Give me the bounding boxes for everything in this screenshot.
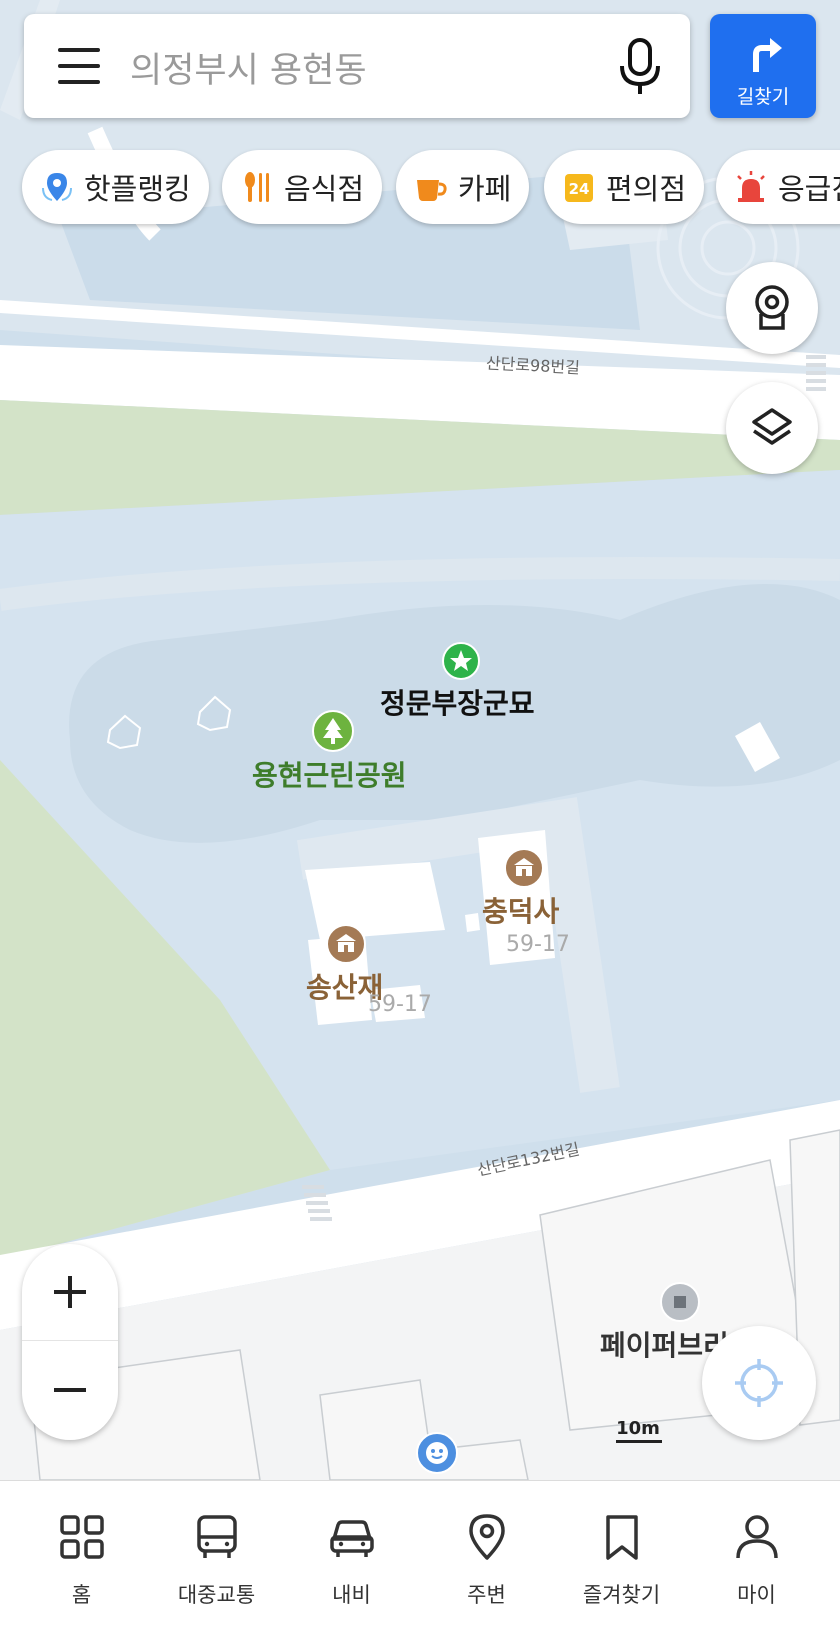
turn-right-arrow-icon <box>753 38 782 72</box>
shrine-marker-icon <box>504 848 544 888</box>
category-chip-label: 핫플랭킹 <box>84 172 191 206</box>
poi-park-label: 용현근린공원 <box>252 759 407 792</box>
hot-place-icon <box>40 170 74 204</box>
current-location-button[interactable] <box>702 1326 816 1440</box>
poi-shrine-label: 충덕사 <box>482 895 560 928</box>
location-pin-icon <box>469 1514 505 1560</box>
crosshair-icon <box>735 1359 783 1407</box>
nav-favorites-label: 즐겨찾기 <box>582 1583 661 1607</box>
tree-marker-icon <box>312 710 354 752</box>
nav-transit[interactable]: 대중교통 <box>149 1481 284 1621</box>
nav-nearby-label: 주변 <box>467 1583 506 1607</box>
layers-icon <box>752 408 792 445</box>
bus-icon <box>197 1515 237 1558</box>
building-marker-icon <box>660 1282 700 1322</box>
map-layers-button[interactable] <box>726 382 818 474</box>
car-icon <box>330 1520 374 1557</box>
poi-shrine[interactable]: 충덕사 59-17 <box>480 848 600 958</box>
nav-home-label: 홈 <box>71 1583 92 1607</box>
restaurant-icon <box>240 170 274 204</box>
convenience-store-icon: 24 <box>562 170 596 204</box>
poi-shrine-number: 59-17 <box>506 932 570 957</box>
poi-memorial[interactable]: 정문부장군묘 <box>370 640 550 720</box>
poi-hall[interactable]: 송산재 59-17 <box>304 924 444 1034</box>
star-marker-icon <box>442 642 480 680</box>
nav-my-label: 마이 <box>737 1583 776 1607</box>
street-view-icon <box>755 285 789 330</box>
road-label-sandanro-98: 산단로98번길 <box>485 353 581 378</box>
minus-icon <box>54 1388 86 1392</box>
hamburger-menu-icon[interactable] <box>58 46 102 86</box>
search-input[interactable]: 의정부시 용현동 <box>130 42 367 93</box>
category-chip-restaurant[interactable]: 음식점 <box>222 150 383 224</box>
nav-transit-label: 대중교통 <box>177 1583 256 1607</box>
category-chip-hot-place[interactable]: 핫플랭킹 <box>22 150 209 224</box>
emergency-icon <box>734 170 768 204</box>
directions-button[interactable]: 길찾기 <box>710 14 816 118</box>
bookmark-icon <box>606 1515 638 1560</box>
nav-navigation-label: 내비 <box>332 1583 371 1607</box>
search-bar[interactable]: 의정부시 용현동 <box>24 14 690 118</box>
category-chip-label: 편의점 <box>606 172 687 206</box>
street-view-button[interactable] <box>726 262 818 354</box>
home-grid-icon <box>60 1515 104 1559</box>
nav-navigation[interactable]: 내비 <box>284 1481 419 1621</box>
cafe-icon <box>414 170 448 204</box>
svg-text:24: 24 <box>569 180 590 198</box>
zoom-in-button[interactable] <box>22 1244 118 1341</box>
person-icon <box>736 1515 778 1559</box>
category-chip-convenience-store[interactable]: 24 편의점 <box>544 150 705 224</box>
zoom-control <box>22 1244 118 1440</box>
poi-park[interactable]: 용현근린공원 <box>250 710 430 792</box>
plus-icon-vertical <box>68 1276 72 1308</box>
bottom-navigation: 홈 대중교통 내비 주변 즐겨찾기 마이 <box>0 1480 840 1638</box>
user-location-icon[interactable] <box>416 1432 458 1474</box>
directions-label: 길찾기 <box>736 86 790 108</box>
category-chip-label: 카페 <box>458 172 512 206</box>
map-scale-label: 10m <box>616 1418 660 1439</box>
map-scale-bar <box>616 1440 662 1443</box>
nav-my[interactable]: 마이 <box>689 1481 824 1621</box>
category-chip-emergency[interactable]: 응급진 <box>716 150 840 224</box>
nav-favorites[interactable]: 즐겨찾기 <box>554 1481 689 1621</box>
zoom-out-button[interactable] <box>22 1342 118 1438</box>
nav-home[interactable]: 홈 <box>14 1481 149 1621</box>
poi-hall-number: 59-17 <box>368 992 432 1017</box>
category-chip-cafe[interactable]: 카페 <box>396 150 530 224</box>
nav-nearby[interactable]: 주변 <box>419 1481 554 1621</box>
category-chip-label: 음식점 <box>284 172 365 206</box>
microphone-icon[interactable] <box>616 38 664 98</box>
category-chip-label: 응급진 <box>778 172 840 206</box>
hall-marker-icon <box>326 924 366 964</box>
